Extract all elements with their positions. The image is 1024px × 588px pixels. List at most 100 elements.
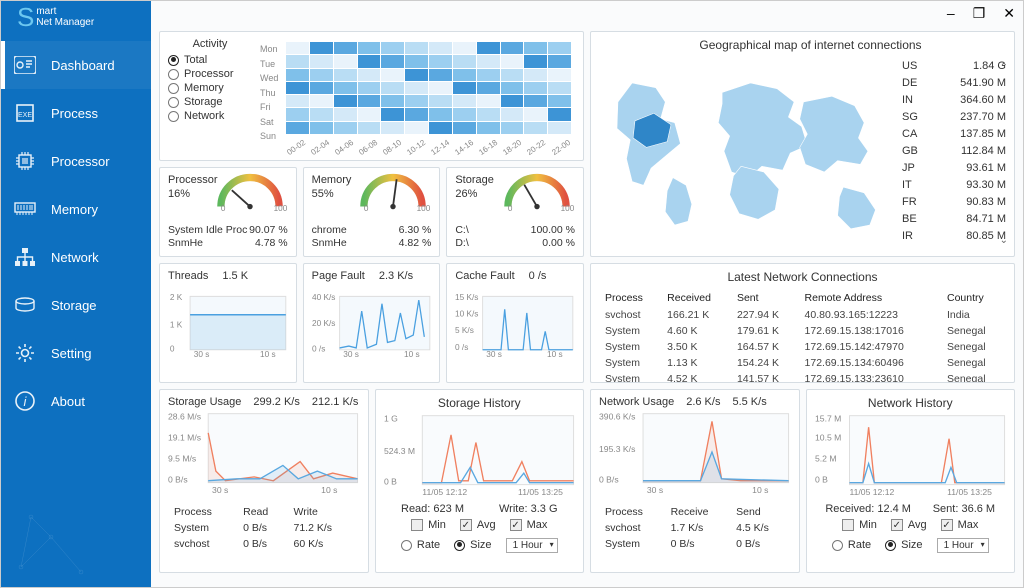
geo-row[interactable]: GB112.84 M [902, 143, 1006, 160]
svg-text:0 B: 0 B [815, 475, 828, 485]
svg-text:100: 100 [273, 204, 287, 212]
nav-setting[interactable]: Setting [1, 329, 151, 377]
cachefault-card: Cache Fault0 /s 15 K/s10 K/s5 K/s0 /s30 … [446, 263, 584, 383]
svg-text:20 K/s: 20 K/s [312, 319, 335, 328]
svg-text:390.6 K/s: 390.6 K/s [599, 411, 635, 421]
geo-row[interactable]: SG237.70 M [902, 109, 1006, 126]
nav-storage[interactable]: Storage [1, 281, 151, 329]
gauge-title: Storage [455, 174, 494, 186]
table-row[interactable]: svchost1.7 K/s4.5 K/s [601, 521, 789, 535]
connections-table: ProcessReceivedSentRemote AddressCountry… [599, 288, 1006, 383]
info-icon: i [13, 389, 37, 413]
svg-text:28.6 M/s: 28.6 M/s [168, 411, 201, 421]
geo-row[interactable]: BE84.71 M [902, 211, 1006, 228]
check-max[interactable]: ✓Max [941, 519, 979, 531]
scroll-down-icon[interactable]: ⌄ [1000, 235, 1006, 246]
network-history-checks[interactable]: Min ✓Avg ✓Max [815, 517, 1007, 533]
geo-row[interactable]: IR80.85 M [902, 228, 1006, 245]
activity-title: Activity [168, 38, 252, 50]
table-row[interactable]: System4.52 K141.57 K172.69.15.133:23610S… [601, 372, 1004, 383]
nav-label: Storage [51, 298, 97, 313]
table-row[interactable]: System1.13 K154.24 K172.69.15.134:60496S… [601, 356, 1004, 370]
cpu-icon [13, 149, 37, 173]
geo-row[interactable]: JP93.61 M [902, 160, 1006, 177]
nav-process[interactable]: EXE Process [1, 89, 151, 137]
radio-size[interactable]: Size [454, 539, 491, 551]
network-period-select[interactable]: 1 Hour [937, 538, 989, 553]
check-max[interactable]: ✓Max [510, 519, 548, 531]
svg-text:0: 0 [170, 345, 175, 354]
sidebar-decoration [1, 497, 151, 587]
gauge-processor: Processor 16% 0100 System Idle Proc90.07… [159, 167, 297, 257]
svg-text:i: i [24, 394, 28, 409]
check-min[interactable]: Min [842, 519, 877, 531]
table-row[interactable]: svchost0 B/s60 K/s [170, 537, 358, 551]
geo-card: Geographical map of internet connections [590, 31, 1015, 257]
svg-text:10 s: 10 s [260, 350, 276, 359]
nav-label: Memory [51, 202, 98, 217]
nav-label: Dashboard [51, 58, 115, 73]
threads-card: Threads1.5 K 2 K1 K030 s10 s [159, 263, 297, 383]
geo-country-list[interactable]: ⌃ US1.84 GDE541.90 MIN364.60 MSG237.70 M… [902, 58, 1006, 250]
table-row[interactable]: System4.60 K179.61 K172.69.15.138:17016S… [601, 324, 1004, 338]
check-avg[interactable]: ✓Avg [460, 519, 496, 531]
geo-row[interactable]: FR90.83 M [902, 194, 1006, 211]
nav-processor[interactable]: Processor [1, 137, 151, 185]
connections-title: Latest Network Connections [599, 270, 1006, 284]
check-avg[interactable]: ✓Avg [891, 519, 927, 531]
activity-radio-storage[interactable]: Storage [168, 96, 252, 108]
network-history-card: Network History 15.7 M10.5 M5.2 M0 B11/0… [806, 389, 1016, 573]
radio-size[interactable]: Size [885, 539, 922, 551]
svg-text:10 s: 10 s [547, 350, 563, 359]
nav-label: Processor [51, 154, 110, 169]
svg-text:11/05 13:25: 11/05 13:25 [947, 487, 992, 497]
svg-text:10.5 M: 10.5 M [815, 433, 841, 443]
check-min[interactable]: Min [411, 519, 446, 531]
geo-row[interactable]: IN364.60 M [902, 92, 1006, 109]
svg-text:1 G: 1 G [384, 413, 398, 423]
dashboard-icon [13, 53, 37, 77]
storage-history-checks[interactable]: Min ✓Avg ✓Max [384, 517, 576, 533]
gauge-arc-icon: 0100 [355, 172, 431, 212]
svg-text:0: 0 [508, 204, 513, 212]
table-row[interactable]: System3.50 K164.57 K172.69.15.142:47970S… [601, 340, 1004, 354]
activity-heatmap: MonTueWedThuFriSatSun 00-0202-0404-0606-… [260, 38, 575, 154]
geo-row[interactable]: CA137.85 M [902, 126, 1006, 143]
activity-radio-processor[interactable]: Processor [168, 68, 252, 80]
svg-text:11/05 13:25: 11/05 13:25 [518, 487, 563, 497]
nav-dashboard[interactable]: Dashboard [1, 41, 151, 89]
table-row[interactable]: System0 B/s0 B/s [601, 537, 789, 551]
nav-memory[interactable]: Memory [1, 185, 151, 233]
svg-text:0 B/s: 0 B/s [168, 475, 188, 485]
svg-text:15.7 M: 15.7 M [815, 413, 841, 423]
minimize-button[interactable]: – [947, 5, 955, 25]
geo-row[interactable]: IT93.30 M [902, 177, 1006, 194]
svg-text:2 K: 2 K [170, 293, 183, 302]
svg-text:30 s: 30 s [212, 485, 228, 495]
nav-about[interactable]: i About [1, 377, 151, 425]
close-button[interactable]: ✕ [1003, 5, 1015, 25]
maximize-button[interactable]: ❐ [973, 5, 986, 25]
activity-radio-total[interactable]: Total [168, 54, 252, 66]
table-row[interactable]: svchost166.21 K227.94 K40.80.93.165:1222… [601, 308, 1004, 322]
geo-row[interactable]: DE541.90 M [902, 75, 1006, 92]
svg-text:10 K/s: 10 K/s [455, 310, 478, 319]
svg-text:10 s: 10 s [404, 350, 420, 359]
radio-rate[interactable]: Rate [832, 539, 871, 551]
storage-icon [13, 293, 37, 317]
svg-text:10 s: 10 s [752, 485, 768, 495]
scroll-up-icon[interactable]: ⌃ [1000, 62, 1006, 73]
network-usage-card: Network Usage2.6 K/s5.5 K/s 390.6 K/s195… [590, 389, 800, 573]
activity-radio-memory[interactable]: Memory [168, 82, 252, 94]
titlebar: – ❐ ✕ [151, 1, 1023, 29]
svg-text:195.3 K/s: 195.3 K/s [599, 444, 635, 454]
svg-text:EXE: EXE [18, 112, 32, 119]
activity-radio-network[interactable]: Network [168, 110, 252, 122]
storage-period-select[interactable]: 1 Hour [506, 538, 558, 553]
radio-rate[interactable]: Rate [401, 539, 440, 551]
table-row[interactable]: System0 B/s71.2 K/s [170, 521, 358, 535]
geo-row[interactable]: US1.84 G [902, 58, 1006, 75]
nav-network[interactable]: Network [1, 233, 151, 281]
svg-text:10 s: 10 s [321, 485, 337, 495]
storage-usage-card: Storage Usage299.2 K/s212.1 K/s 28.6 M/s… [159, 389, 369, 573]
